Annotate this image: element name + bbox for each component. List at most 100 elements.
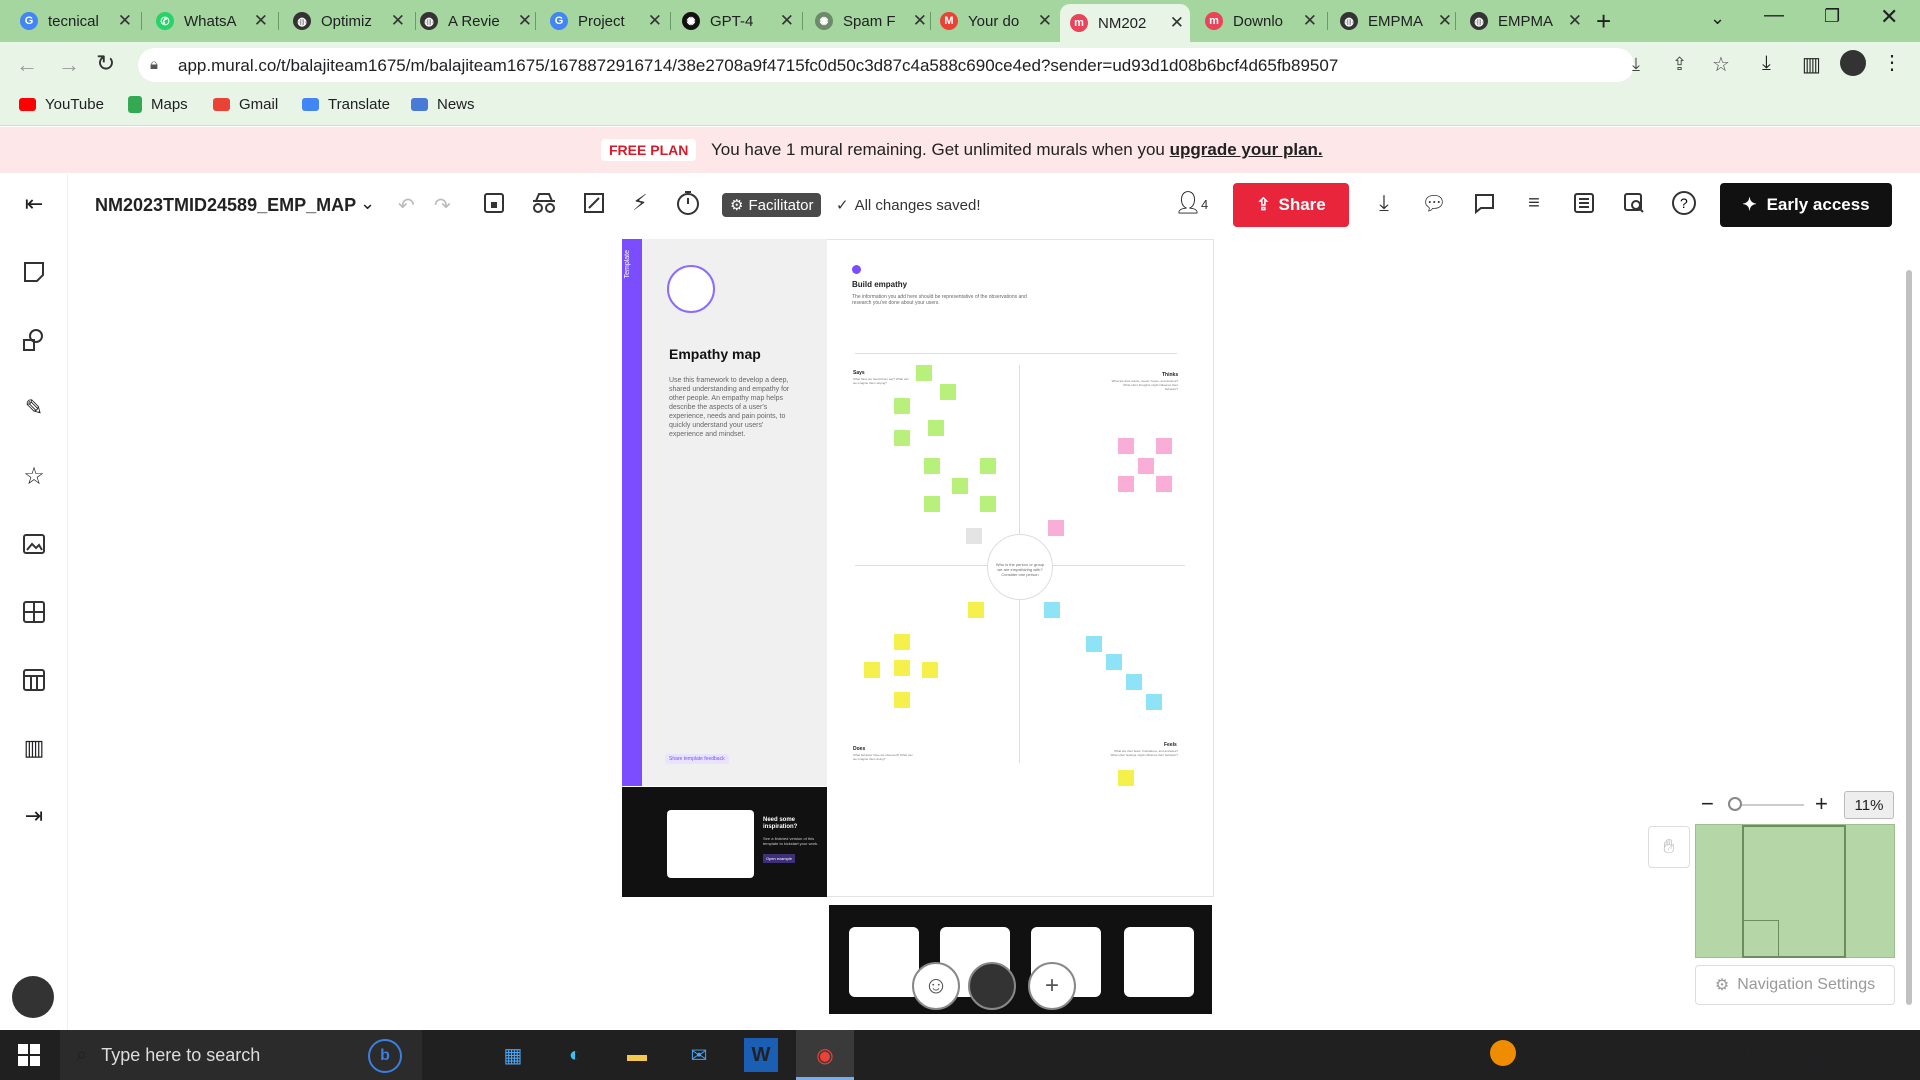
mail-icon[interactable]: ✉	[682, 1038, 716, 1072]
url-text[interactable]: app.mural.co/t/balajiteam1675/m/balajite…	[178, 56, 1338, 76]
open-example-button[interactable]: Open example	[763, 854, 796, 863]
example-thumbnail[interactable]	[667, 810, 754, 878]
bing-icon[interactable]: b	[368, 1039, 402, 1073]
microsoft-store-icon[interactable]: ▦	[496, 1038, 530, 1072]
sticky-note[interactable]	[1138, 458, 1154, 474]
sticky-note[interactable]	[952, 478, 968, 494]
browser-tab[interactable]: M Your do ✕	[930, 6, 1058, 36]
close-tab-icon[interactable]: ✕	[518, 11, 532, 31]
table-icon[interactable]	[18, 664, 50, 696]
close-tab-icon[interactable]: ✕	[913, 11, 927, 31]
activity-icon[interactable]: ≡	[1518, 187, 1550, 219]
sticky-note[interactable]	[1156, 476, 1172, 492]
user-avatar[interactable]	[12, 976, 54, 1018]
close-tab-icon[interactable]: ✕	[1170, 13, 1184, 33]
heart-sticker[interactable]	[1044, 602, 1060, 618]
laser-pointer-icon[interactable]: ⚡︎	[624, 187, 656, 219]
minimap[interactable]	[1695, 824, 1895, 958]
back-icon[interactable]: ←	[16, 52, 38, 78]
sticky-note[interactable]	[1118, 438, 1134, 454]
sticky-note[interactable]	[1118, 770, 1134, 786]
close-tab-icon[interactable]: ✕	[1303, 11, 1317, 31]
sticky-note[interactable]	[1106, 654, 1122, 670]
tray-chevron-icon[interactable]: ︿	[1654, 1044, 1670, 1068]
windows-start-icon[interactable]	[12, 1038, 46, 1072]
zoom-in-icon[interactable]: +	[1815, 791, 1828, 817]
sticky-note-icon[interactable]	[18, 256, 50, 288]
close-tab-icon[interactable]: ✕	[391, 11, 405, 31]
chevron-down-icon[interactable]: ⌄	[360, 193, 375, 214]
forward-icon[interactable]: →	[58, 52, 80, 78]
placeholder-shape[interactable]	[966, 528, 982, 544]
import-icon[interactable]: ⇥	[18, 800, 50, 832]
upgrade-plan-link[interactable]: upgrade your plan.	[1170, 140, 1323, 159]
sticky-note[interactable]	[924, 496, 940, 512]
sticky-note[interactable]	[894, 398, 910, 414]
star-icon[interactable]: ☆	[18, 460, 50, 492]
sticky-note[interactable]	[1156, 438, 1172, 454]
sticky-note[interactable]	[894, 634, 910, 650]
share-page-icon[interactable]: ⇪	[1672, 54, 1687, 75]
close-tab-icon[interactable]: ✕	[1568, 11, 1582, 31]
bookmark-maps[interactable]: Maps	[128, 96, 188, 113]
download-icon[interactable]: ⤓	[1368, 187, 1400, 219]
share-feedback-button[interactable]: Share template feedback	[665, 754, 729, 764]
close-tab-icon[interactable]: ✕	[1438, 11, 1452, 31]
private-mode-icon[interactable]	[528, 187, 560, 219]
downloads-icon[interactable]: ⤓	[1762, 52, 1771, 75]
file-explorer-icon[interactable]: ▬	[620, 1038, 654, 1072]
sticky-note[interactable]	[1146, 694, 1162, 710]
hand-sticker[interactable]	[968, 602, 984, 618]
close-tab-icon[interactable]: ✕	[780, 11, 794, 31]
bookmark-youtube[interactable]: YouTube	[19, 96, 104, 113]
hand-tool-icon[interactable]: ✋︎	[1648, 826, 1690, 868]
redo-icon[interactable]: ↷	[434, 193, 451, 218]
participant-avatar[interactable]	[968, 962, 1016, 1010]
sticky-note[interactable]	[894, 660, 910, 676]
step-thumbnail[interactable]	[849, 927, 919, 997]
sticky-note[interactable]	[1086, 636, 1102, 652]
step-thumbnail[interactable]	[1124, 927, 1194, 997]
zoom-slider[interactable]	[1732, 804, 1804, 806]
zoom-level[interactable]: 11%	[1844, 791, 1894, 819]
mural-title[interactable]: NM2023TMID24589_EMP_MAP	[95, 195, 356, 216]
browser-tab[interactable]: Gtecnical ✕	[10, 6, 138, 36]
bookmark-star-icon[interactable]: ☆	[1712, 52, 1730, 77]
edge-icon[interactable]: ◐	[558, 1038, 592, 1072]
outline-list-icon[interactable]	[1568, 187, 1600, 219]
clock[interactable]: 3:01 AM 4/17/2023	[1780, 1034, 1870, 1074]
taskbar-search[interactable]: ⌕ Type here to search b	[60, 1030, 422, 1080]
collaborators-icon[interactable]: 👤︎	[1174, 190, 1202, 216]
sticky-note[interactable]	[916, 365, 932, 381]
sticky-note[interactable]	[1118, 476, 1134, 492]
reload-icon[interactable]: ↻	[96, 50, 115, 77]
profile-avatar[interactable]	[1840, 50, 1866, 76]
sticky-note[interactable]	[980, 458, 996, 474]
word-icon[interactable]: W	[744, 1038, 778, 1072]
bookmark-translate[interactable]: Translate	[302, 96, 390, 113]
sticky-note[interactable]	[922, 662, 938, 678]
crop-frame-icon[interactable]	[578, 187, 610, 219]
bookmark-gmail[interactable]: Gmail	[213, 96, 278, 113]
close-tab-icon[interactable]: ✕	[1038, 11, 1052, 31]
sticky-note[interactable]	[894, 430, 910, 446]
notifications-icon[interactable]: ▭	[1878, 1042, 1895, 1063]
search-icon[interactable]	[1618, 187, 1650, 219]
lock-icon[interactable]: 🔒︎	[150, 56, 158, 73]
browser-tab[interactable]: ✺ GPT-4 ✕	[672, 6, 800, 36]
zoom-slider-handle[interactable]	[1728, 797, 1742, 811]
tab-search-icon[interactable]: ⌄	[1710, 8, 1725, 29]
new-tab-icon[interactable]: +	[1596, 6, 1611, 37]
vertical-scrollbar[interactable]	[1906, 270, 1912, 1005]
device-icon[interactable]: ▯	[1686, 1044, 1695, 1064]
browser-tab[interactable]: ◍ Optimiz ✕	[283, 6, 411, 36]
zoom-out-icon[interactable]: −	[1701, 791, 1714, 817]
browser-tab[interactable]: ◍ EMPMA ✕	[1460, 6, 1588, 36]
sticky-note[interactable]	[924, 458, 940, 474]
share-button[interactable]: ⇪ Share	[1233, 183, 1349, 227]
close-tab-icon[interactable]: ✕	[648, 11, 662, 31]
wifi-icon[interactable]: ◠	[1716, 1044, 1730, 1064]
browser-tab[interactable]: ◍ EMPMA ✕	[1330, 6, 1458, 36]
browser-tab[interactable]: ✆ WhatsA ✕	[146, 6, 274, 36]
sticky-note[interactable]	[940, 384, 956, 400]
